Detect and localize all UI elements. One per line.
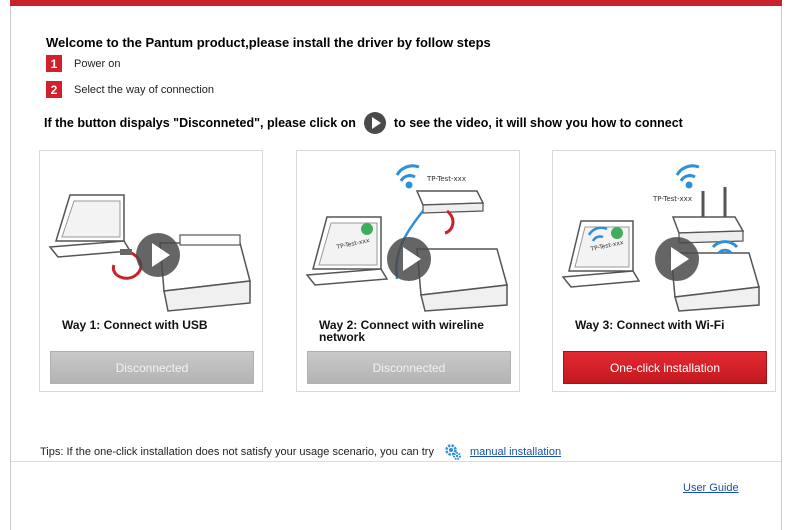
- way-usb-card: Way 1: Connect with USB Disconnected: [39, 150, 263, 392]
- play-circle-icon[interactable]: [387, 237, 431, 281]
- router-ssid-label: TP-Test-xxx: [652, 195, 692, 203]
- manual-installation-link[interactable]: manual installation: [470, 446, 561, 458]
- wireline-connection-illustration: TP-Test-xxx TP-Test-xxx: [305, 164, 508, 312]
- play-circle-icon: [363, 112, 386, 134]
- wifi-signal-icon: [675, 164, 700, 189]
- router-ssid-label: TP-Test-xxx: [426, 175, 466, 183]
- tips-text: Tips: If the one-click installation does…: [40, 446, 434, 458]
- step-number-badge: 2: [46, 81, 62, 98]
- step-label: Select the way of connection: [74, 83, 215, 96]
- user-guide-link[interactable]: User Guide: [683, 482, 739, 494]
- step-number-badge: 1: [46, 55, 62, 72]
- play-circle-icon[interactable]: [655, 237, 699, 281]
- wifi-connection-illustration: TP-Test-xxx TP-Test-xxx: [561, 164, 760, 312]
- step-power-on: 1 Power on: [46, 55, 120, 72]
- step-label: Power on: [74, 57, 121, 70]
- tips-line: Tips: If the one-click installation does…: [40, 443, 561, 461]
- page-title: Welcome to the Pantum product,please ins…: [46, 35, 491, 50]
- check-badge-icon: [361, 223, 373, 235]
- hint-text-before: If the button dispalys "Disconneted", pl…: [44, 116, 356, 130]
- step-select-connection: 2 Select the way of connection: [46, 81, 214, 98]
- one-click-installation-button[interactable]: One-click installation: [563, 351, 767, 384]
- way-title: Way 2: Connect with wireline network: [319, 318, 484, 344]
- wireline-disconnected-button[interactable]: Disconnected: [307, 351, 511, 384]
- usb-connection-illustration: [48, 194, 251, 312]
- play-circle-icon[interactable]: [136, 233, 180, 277]
- way-title: Way 3: Connect with Wi-Fi: [575, 318, 725, 332]
- way-title: Way 1: Connect with USB: [62, 318, 208, 332]
- gear-icon[interactable]: [444, 443, 462, 461]
- hint-text-after: to see the video, it will show you how t…: [393, 116, 683, 130]
- footer-divider: [11, 461, 781, 462]
- check-badge-icon: [611, 227, 623, 239]
- video-hint: If the button dispalys "Disconneted", pl…: [44, 112, 683, 134]
- way-wifi-card: TP-Test-xxx TP-Test-xxx Way 3: Connect w…: [552, 150, 776, 392]
- wifi-signal-icon: [395, 164, 420, 189]
- way-wireline-card: TP-Test-xxx TP-Test-xxx Way 2: Connect w…: [296, 150, 520, 392]
- usb-disconnected-button[interactable]: Disconnected: [50, 351, 254, 384]
